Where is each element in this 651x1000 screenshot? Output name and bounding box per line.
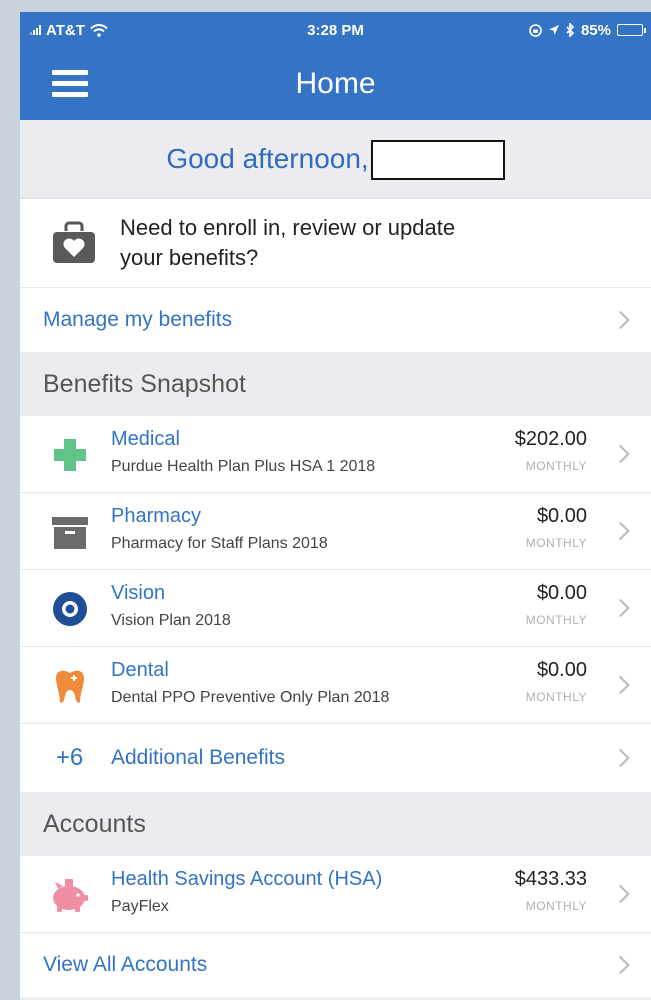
page-title: Home (295, 67, 376, 100)
account-row-hsa[interactable]: Health Savings Account (HSA) PayFlex $43… (20, 856, 651, 933)
chevron-right-icon (611, 598, 630, 618)
pharmacy-box-icon (52, 517, 88, 549)
status-bar: AT&T 3:28 PM 85% (20, 12, 651, 48)
hamburger-menu-icon[interactable] (52, 70, 88, 98)
redacted-name-box (370, 140, 505, 180)
account-provider: PayFlex (111, 898, 169, 915)
chevron-right-icon (611, 521, 630, 541)
benefit-row-vision[interactable]: Vision Vision Plan 2018 $0.00 MONTHLY (20, 570, 651, 647)
location-arrow-icon (548, 25, 559, 35)
greeting-text: Good afternoon, (166, 143, 369, 174)
benefit-period: MONTHLY (525, 690, 587, 704)
benefit-period: MONTHLY (525, 459, 587, 473)
additional-benefits-link[interactable]: +6 Additional Benefits (20, 724, 651, 792)
chevron-right-icon (611, 884, 630, 904)
benefit-period: MONTHLY (525, 613, 587, 627)
eye-icon (53, 592, 87, 626)
battery-percent: 85% (580, 21, 611, 39)
chevron-right-icon (611, 955, 630, 975)
benefit-plan: Vision Plan 2018 (111, 612, 231, 629)
view-all-accounts-label: View All Accounts (43, 953, 208, 976)
benefit-row-dental[interactable]: Dental Dental PPO Preventive Only Plan 2… (20, 647, 651, 724)
clock-time: 3:28 PM (307, 21, 364, 39)
chevron-right-icon (611, 748, 630, 768)
benefit-title: Pharmacy (111, 505, 202, 527)
benefit-title: Dental (111, 659, 169, 681)
chevron-right-icon (611, 310, 630, 330)
bluetooth-icon (566, 23, 575, 37)
chevron-right-icon (611, 675, 630, 695)
signal-strength-icon (30, 25, 41, 35)
app-screen: AT&T 3:28 PM 85% Home Good afternoon, Ne… (20, 12, 651, 1000)
manage-benefits-link[interactable]: Manage my benefits (20, 288, 651, 352)
tooth-icon (56, 670, 84, 703)
enroll-prompt-line1: Need to enroll in, review or update (120, 215, 456, 240)
chevron-right-icon (611, 444, 630, 464)
benefit-title: Vision (111, 582, 166, 604)
account-title: Health Savings Account (HSA) (111, 868, 383, 890)
additional-benefits-count: +6 (55, 744, 84, 771)
greeting-banner: Good afternoon, (20, 120, 651, 199)
benefit-row-medical[interactable]: Medical Purdue Health Plan Plus HSA 1 20… (20, 416, 651, 493)
piggy-bank-icon (53, 879, 88, 912)
account-period: MONTHLY (525, 899, 587, 913)
accounts-list: Health Savings Account (HSA) PayFlex $43… (20, 856, 651, 997)
benefit-period: MONTHLY (525, 536, 587, 550)
carrier-label: AT&T (46, 21, 85, 39)
accounts-heading: Accounts (20, 792, 651, 856)
medical-cross-icon (54, 439, 86, 471)
wifi-icon (90, 23, 108, 37)
benefit-plan: Purdue Health Plan Plus HSA 1 2018 (111, 458, 376, 475)
benefit-amount: $202.00 (514, 428, 587, 450)
benefit-amount: $0.00 (536, 582, 587, 604)
top-bar: AT&T 3:28 PM 85% Home (20, 12, 651, 120)
enroll-prompt-line2: your benefits? (120, 245, 259, 270)
account-amount: $433.33 (514, 868, 587, 890)
benefit-amount: $0.00 (536, 659, 587, 681)
benefits-list: Medical Purdue Health Plan Plus HSA 1 20… (20, 416, 651, 792)
benefit-plan: Dental PPO Preventive Only Plan 2018 (111, 689, 390, 706)
benefit-title: Medical (111, 428, 180, 450)
additional-benefits-label: Additional Benefits (111, 746, 285, 769)
briefcase-heart-icon (53, 221, 95, 263)
enroll-prompt: Need to enroll in, review or update your… (20, 199, 651, 288)
manage-benefits-label: Manage my benefits (43, 308, 233, 331)
benefits-snapshot-heading: Benefits Snapshot (20, 352, 651, 416)
view-all-accounts-link[interactable]: View All Accounts (20, 933, 651, 997)
benefit-amount: $0.00 (536, 505, 587, 527)
screen-lock-icon (529, 23, 542, 37)
benefit-row-pharmacy[interactable]: Pharmacy Pharmacy for Staff Plans 2018 $… (20, 493, 651, 570)
benefit-plan: Pharmacy for Staff Plans 2018 (111, 535, 328, 552)
battery-icon (617, 24, 646, 36)
navigation-bar: Home (20, 48, 651, 120)
